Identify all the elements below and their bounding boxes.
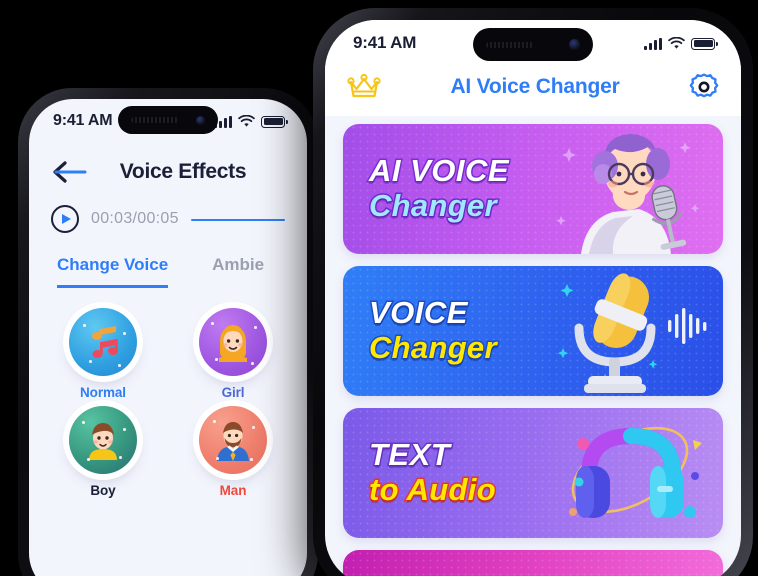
boy-face-icon (69, 406, 137, 474)
banner-line1: TEXT (368, 437, 452, 473)
banner-text-to-audio[interactable]: TEXT to Audio (343, 408, 723, 538)
app-title: AI Voice Changer (450, 75, 620, 98)
battery-icon (261, 115, 288, 128)
voice-option-man[interactable]: Man (173, 406, 293, 498)
right-status-bar: 9:41 AM (325, 20, 741, 66)
banner-line2: to Audio (368, 472, 498, 507)
banner-line1: VOICE (368, 295, 469, 331)
voice-label: Boy (90, 483, 116, 498)
play-circle-icon[interactable] (51, 205, 79, 233)
banner-ai-voice-changer[interactable]: AI VOICE Changer (343, 124, 723, 254)
banner-list: AI VOICE Changer VOICE Changer TEXT to A… (325, 116, 741, 576)
screenshot-canvas: 9:41 AM Voice Effects 00:03/00:05 Change… (0, 0, 758, 576)
voice-effects-grid: Normal Girl Boy Man (29, 288, 307, 498)
gold-microphone-art (545, 266, 715, 396)
front-camera-icon (569, 39, 580, 50)
player-progress-bar[interactable] (190, 218, 285, 221)
headphones-art (545, 408, 715, 538)
crown-icon[interactable] (347, 73, 381, 101)
tab-ambient[interactable]: Ambie (212, 255, 264, 288)
right-status-icons (644, 36, 718, 50)
page-title: Voice Effects (119, 160, 247, 183)
wifi-icon (238, 114, 255, 127)
left-phone-screen: 9:41 AM Voice Effects 00:03/00:05 Change… (29, 99, 307, 576)
audio-player: 00:03/00:05 (29, 195, 307, 233)
left-navbar: Voice Effects (29, 143, 307, 195)
back-arrow-icon[interactable] (51, 159, 89, 185)
settings-gear-icon[interactable] (689, 72, 719, 102)
right-phone-screen: 9:41 AM AI Voice Changer AI VOICE Change… (325, 20, 741, 576)
dynamic-island (118, 106, 218, 134)
left-status-bar: 9:41 AM (29, 99, 307, 143)
right-status-time: 9:41 AM (353, 33, 417, 52)
woman-with-microphone-art (545, 124, 715, 254)
voice-label: Man (219, 483, 247, 498)
banner-line2: Changer (367, 188, 498, 223)
signal-bars-icon (644, 37, 662, 50)
wifi-icon (668, 36, 685, 49)
voice-option-boy[interactable]: Boy (43, 406, 163, 498)
banner-voice-changer[interactable]: VOICE Changer (343, 266, 723, 396)
battery-icon (691, 37, 718, 50)
speaker-grille-icon (131, 117, 179, 123)
music-notes-icon (69, 308, 137, 376)
speaker-grille-icon (486, 41, 534, 48)
left-status-icons (214, 114, 288, 128)
voice-label: Normal (80, 385, 126, 400)
banner-fourth[interactable] (343, 550, 723, 576)
voice-option-normal[interactable]: Normal (43, 308, 163, 400)
left-phone-mockup: 9:41 AM Voice Effects 00:03/00:05 Change… (18, 88, 318, 576)
left-status-time: 9:41 AM (53, 112, 113, 129)
voice-option-girl[interactable]: Girl (173, 308, 293, 400)
right-phone-mockup: 9:41 AM AI Voice Changer AI VOICE Change… (313, 8, 753, 576)
tab-change-voice[interactable]: Change Voice (57, 255, 169, 288)
girl-face-icon (199, 308, 267, 376)
dynamic-island (473, 28, 593, 61)
player-timecode: 00:03/00:05 (91, 210, 179, 227)
banner-line2: Changer (368, 330, 499, 365)
man-face-icon (199, 406, 267, 474)
app-bar: AI Voice Changer (325, 66, 741, 116)
front-camera-icon (196, 115, 205, 125)
banner-line1: AI VOICE (367, 153, 510, 189)
voice-label: Girl (221, 385, 245, 400)
voice-tabs: Change Voice Ambie (29, 233, 307, 288)
